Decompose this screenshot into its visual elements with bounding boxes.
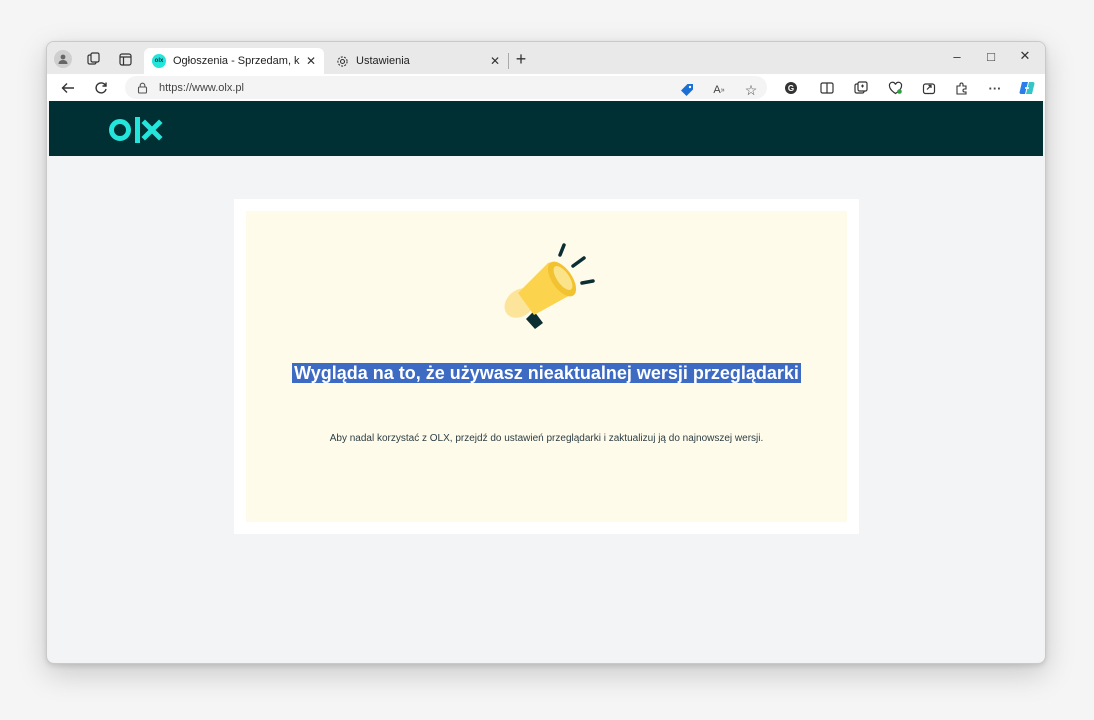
tab-settings[interactable]: Ustawienia ✕ <box>328 48 508 74</box>
workspaces-icon[interactable] <box>83 48 105 70</box>
minimize-button[interactable]: – <box>940 45 974 67</box>
shopping-tag-icon[interactable] <box>677 80 697 100</box>
close-tab-icon[interactable]: ✕ <box>306 54 316 68</box>
more-menu-icon[interactable]: ··· <box>985 78 1005 98</box>
close-tab-icon[interactable]: ✕ <box>490 54 500 68</box>
back-button[interactable] <box>57 77 79 99</box>
tab-title: Ustawienia <box>356 55 410 67</box>
gear-icon <box>336 55 349 68</box>
tab-olx[interactable]: olx Ogłoszenia - Sprzedam, kupię na ✕ <box>144 48 324 74</box>
tab-bar: olx Ogłoszenia - Sprzedam, kupię na ✕ Us… <box>47 42 1045 74</box>
lock-icon[interactable] <box>135 82 149 94</box>
refresh-button[interactable] <box>90 77 112 99</box>
svg-text:G: G <box>788 84 794 93</box>
url-text: https://www.olx.pl <box>159 81 244 94</box>
browser-essentials-icon[interactable] <box>885 78 905 98</box>
megaphone-icon <box>496 231 606 341</box>
close-window-button[interactable]: ✕ <box>1008 45 1042 67</box>
address-bar[interactable]: https://www.olx.pl A» ☆ <box>125 76 767 99</box>
site-header <box>49 101 1043 156</box>
favorite-star-icon[interactable]: ☆ <box>741 80 761 100</box>
browser-window: olx Ogłoszenia - Sprzedam, kupię na ✕ Us… <box>46 41 1046 664</box>
page-viewport: Wygląda na to, że używasz nieaktualnej w… <box>49 101 1043 661</box>
olx-favicon-icon: olx <box>152 54 166 68</box>
profile-icon[interactable] <box>52 48 74 70</box>
outdated-browser-heading: Wygląda na to, że używasz nieaktualnej w… <box>292 363 801 383</box>
notice-panel: Wygląda na to, że używasz nieaktualnej w… <box>246 211 847 522</box>
maximize-button[interactable]: □ <box>974 45 1008 67</box>
update-instruction-text: Aby nadal korzystać z OLX, przejdź do us… <box>329 433 764 444</box>
split-screen-icon[interactable] <box>817 78 837 98</box>
extensions-puzzle-icon[interactable] <box>952 78 972 98</box>
new-tab-button[interactable]: + <box>510 48 532 70</box>
tab-actions-icon[interactable] <box>114 48 136 70</box>
tab-divider <box>508 53 509 69</box>
read-aloud-icon[interactable]: A» <box>709 80 729 100</box>
share-icon[interactable] <box>919 78 939 98</box>
collections-icon[interactable] <box>851 78 871 98</box>
tab-title: Ogłoszenia - Sprzedam, kupię na <box>173 55 300 67</box>
navigation-bar: https://www.olx.pl A» ☆ G ··· <box>47 74 1045 101</box>
notice-card: Wygląda na to, że używasz nieaktualnej w… <box>234 199 859 534</box>
extension-icon[interactable]: G <box>781 78 801 98</box>
copilot-icon[interactable] <box>1017 78 1037 98</box>
olx-logo[interactable] <box>109 115 169 145</box>
